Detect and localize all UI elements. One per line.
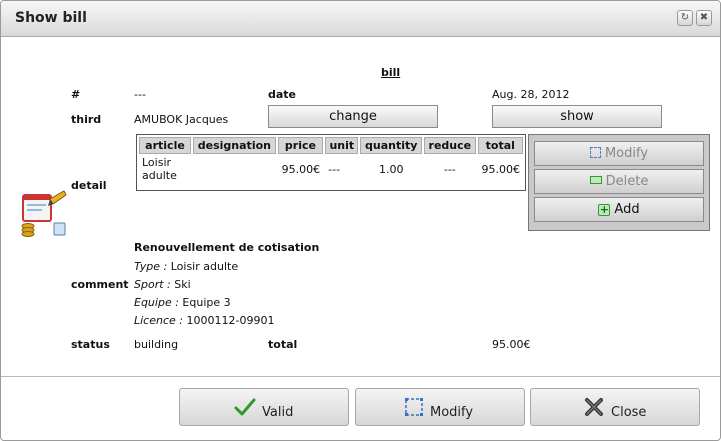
modify-icon [589,147,601,158]
close-label: Close [611,405,647,420]
status-value: building [134,338,179,351]
col-reduce[interactable]: reduce [424,137,476,154]
cell-quantity: 1.00 [379,162,404,176]
valid-label: Valid [262,405,294,420]
modify-icon [405,398,423,416]
comment-value: 1000112-09901 [186,314,275,327]
comment-key: Type : [134,260,168,273]
modify-button[interactable]: Modify [355,388,525,426]
cell-reduce: --- [443,162,456,176]
bill-window: Show bill ↻ ✖ bill # --- date Aug. 28, 2… [0,0,721,441]
modify-label: Modify [430,405,474,420]
bill-edit-icon [20,189,68,237]
cell-designation [193,156,276,182]
footer-separator [1,376,720,377]
comment-key: Sport : [134,278,171,291]
close-x-icon [585,398,603,416]
comment-value: Loisir adulte [170,260,239,273]
table-row[interactable]: Loisir adulte 95.00€ --- 1.00 --- 95.00€ [139,156,523,182]
cell-unit: --- [328,162,341,176]
checkmark-icon [234,398,256,416]
delete-detail-button[interactable]: Delete [534,169,704,194]
close-icon[interactable]: ✖ [696,10,712,26]
comment-line: Licence : 1000112-09901 [134,314,274,327]
detail-table: article designation price unit quantity … [137,135,525,184]
comment-label: comment [71,278,129,291]
comment-line: Equipe : Equipe 3 [134,296,231,309]
title-bar: Show bill ↻ ✖ [1,1,720,37]
detail-header-row: article designation price unit quantity … [139,137,523,154]
delete-icon [589,176,602,184]
comment-line: Type : Loisir adulte [134,260,238,273]
cell-total: 95.00€ [481,162,521,176]
delete-detail-label: Delete [605,174,649,189]
add-detail-label: Add [614,202,640,217]
comment-value: Ski [174,278,191,291]
col-total[interactable]: total [477,137,523,154]
number-value: --- [134,88,146,101]
close-button[interactable]: Close [530,388,700,426]
detail-label: detail [71,179,107,192]
comment-line: Sport : Ski [134,278,191,291]
status-label: status [71,338,110,351]
window-title: Show bill [15,10,87,26]
valid-button[interactable]: Valid [179,388,349,426]
date-value: Aug. 28, 2012 [492,88,570,101]
date-label: date [268,88,297,101]
col-quantity[interactable]: quantity [360,137,423,154]
detail-actions-panel: Modify Delete + Add [528,134,710,231]
cell-price: 95.00€ [281,162,321,176]
comment-value: Equipe 3 [182,296,231,309]
add-detail-button[interactable]: + Add [534,197,704,222]
third-label: third [71,113,102,126]
add-icon: + [598,203,611,216]
third-value: AMUBOK Jacques [134,113,229,126]
show-button[interactable]: show [492,105,662,128]
col-unit[interactable]: unit [325,137,359,154]
total-label: total [268,338,298,351]
modify-detail-label: Modify [604,146,649,161]
change-button[interactable]: change [268,105,438,128]
modify-detail-button[interactable]: Modify [534,141,704,166]
number-label: # [71,88,81,101]
col-price[interactable]: price [277,137,324,154]
refresh-icon[interactable]: ↻ [677,10,693,26]
col-designation[interactable]: designation [193,137,276,154]
cell-article: Loisir adulte [142,156,177,182]
comment-heading: Renouvellement de cotisation [134,241,320,254]
col-article[interactable]: article [139,137,191,154]
detail-grid: article designation price unit quantity … [136,134,526,191]
comment-key: Equipe : [134,296,179,309]
total-value: 95.00€ [492,338,531,351]
section-title: bill [381,66,401,79]
comment-key: Licence : [134,314,183,327]
